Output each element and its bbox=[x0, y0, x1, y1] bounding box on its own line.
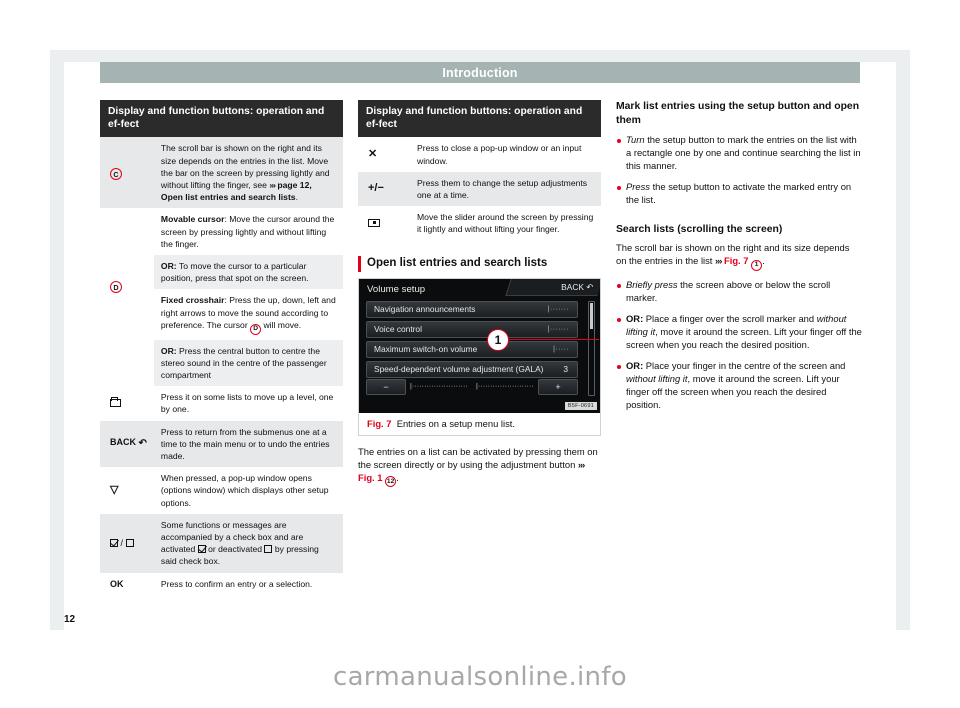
list-item: OR: Place your finger in the centre of t… bbox=[616, 360, 862, 412]
list-item-level: |······· bbox=[547, 305, 569, 313]
table-row: +/− Press them to change the setup adjus… bbox=[358, 171, 601, 207]
table-row: Press it on some lists to move up a leve… bbox=[100, 386, 343, 421]
figure-number: Fig. 7 bbox=[367, 417, 392, 429]
heading-mark-list-entries: Mark list entries using the setup button… bbox=[616, 101, 860, 126]
row-symbol-c: C bbox=[100, 137, 154, 209]
column-left: Display and function buttons: operation … bbox=[100, 100, 343, 596]
section-heading: Open list entries and search lists bbox=[358, 255, 601, 272]
row-symbol-checkbox: / bbox=[100, 513, 154, 573]
table2-body: ✕ Press to close a pop-up window or an i… bbox=[358, 137, 601, 241]
close-x-icon: ✕ bbox=[368, 147, 378, 160]
row-text: OR: To move the cursor to a particular p… bbox=[153, 254, 343, 290]
row-symbol-slider bbox=[358, 206, 410, 241]
minus-button[interactable]: − bbox=[366, 379, 406, 396]
table-display-function-buttons-1: Display and function buttons: operation … bbox=[100, 100, 343, 596]
column-right: Mark list entries using the setup button… bbox=[616, 100, 862, 420]
back-arrow-icon: ↶ bbox=[138, 438, 147, 450]
list-item: Press the setup button to activate the m… bbox=[616, 181, 862, 207]
row-symbol-ok: OK bbox=[100, 572, 154, 596]
adjust-bar-right[interactable]: |·······················| bbox=[476, 383, 534, 392]
list-item-value: 3 bbox=[563, 364, 568, 375]
back-label: BACK bbox=[110, 437, 136, 448]
row-text: Fixed crosshair: Press the up, down, lef… bbox=[153, 289, 343, 340]
table1-body: C The scroll bar is shown on the right a… bbox=[100, 137, 343, 596]
list-item: Turn the setup button to mark the entrie… bbox=[616, 134, 862, 173]
plus-button[interactable]: + bbox=[538, 379, 578, 396]
checkbox-unchecked-icon bbox=[125, 538, 134, 547]
row-symbol-close: ✕ bbox=[358, 137, 410, 172]
list-item-label: Speed-dependent volume adjustment (GALA) bbox=[374, 364, 544, 375]
scrollbar-thumb[interactable] bbox=[590, 302, 593, 329]
row-text: The scroll bar is shown on the right and… bbox=[153, 137, 343, 209]
screen-adjust-controls: − |·······················| |···········… bbox=[366, 379, 578, 396]
row-symbol-folder bbox=[100, 386, 154, 421]
scrollbar[interactable] bbox=[588, 300, 595, 396]
list-item-label: Voice control bbox=[374, 324, 422, 335]
table-row: Move the slider around the screen by pre… bbox=[358, 206, 601, 241]
row-text: OR: Press the central button to centre t… bbox=[153, 339, 343, 387]
row-text: Press it on some lists to move up a leve… bbox=[153, 386, 343, 421]
row-text: Press to confirm an entry or a selection… bbox=[153, 572, 343, 596]
figure-image: Volume setup BACK ↶ Navigation announcem… bbox=[359, 278, 600, 413]
row-text: Press to return from the submenus one at… bbox=[153, 420, 343, 468]
list-item[interactable]: Voice control |······· bbox=[366, 320, 578, 338]
screen-title: Volume setup bbox=[367, 283, 426, 295]
list-item[interactable]: Speed-dependent volume adjustment (GALA)… bbox=[366, 360, 578, 378]
table-row: C The scroll bar is shown on the right a… bbox=[100, 137, 343, 209]
list-item[interactable]: Maximum switch-on volume |····· bbox=[366, 340, 578, 358]
table-row: OK Press to confirm an entry or a select… bbox=[100, 572, 343, 596]
screen-list: Navigation announcements |······· Voice … bbox=[366, 300, 578, 381]
row-symbol-plus-minus: +/− bbox=[358, 171, 410, 207]
table-row: / Some functions or messages are accompa… bbox=[100, 513, 343, 573]
folder-up-icon bbox=[110, 397, 121, 407]
table-row: BACK ↶ Press to return from the submenus… bbox=[100, 420, 343, 468]
search-lists-paragraph: The scroll bar is shown on the right and… bbox=[616, 242, 862, 272]
column-middle: Display and function buttons: operation … bbox=[358, 100, 601, 488]
list-item-label: Navigation announcements bbox=[374, 304, 476, 315]
row-text: Press them to change the setup adjustmen… bbox=[410, 171, 601, 207]
table1-header: Display and function buttons: operation … bbox=[100, 100, 343, 138]
table2-header: Display and function buttons: operation … bbox=[358, 100, 601, 138]
row-symbol-back: BACK ↶ bbox=[100, 420, 154, 468]
figure-caption-text: Entries on a setup menu list. bbox=[396, 417, 515, 429]
figure-body-paragraph: The entries on a list can be activated b… bbox=[358, 446, 601, 488]
slider-icon bbox=[368, 218, 380, 227]
screen-back-label: BACK bbox=[560, 281, 584, 292]
chapter-title: Introduction bbox=[442, 65, 518, 80]
plus-minus-icon: +/− bbox=[368, 182, 384, 195]
list-item[interactable]: Navigation announcements |······· bbox=[366, 300, 578, 318]
row-text: Press to close a pop-up window or an inp… bbox=[410, 137, 601, 172]
callout-marker-1: 1 bbox=[487, 328, 509, 351]
row-text: Movable cursor: Move the cursor around t… bbox=[153, 208, 343, 255]
list-item-level: |······· bbox=[547, 325, 569, 333]
row-text: When pressed, a pop-up window opens (opt… bbox=[153, 467, 343, 514]
table-display-function-buttons-2: Display and function buttons: operation … bbox=[358, 100, 601, 241]
list-item-label: Maximum switch-on volume bbox=[374, 344, 478, 355]
row-symbol-options: ▽ bbox=[100, 467, 154, 514]
row-text: Some functions or messages are accompani… bbox=[153, 513, 343, 573]
table-row: D Movable cursor: Move the cursor around… bbox=[100, 208, 343, 387]
list-item: OR: Place a finger over the scroll marke… bbox=[616, 313, 862, 352]
figure-caption: Fig. 7 Entries on a setup menu list. bbox=[359, 412, 600, 435]
circled-letter-c-icon: C bbox=[110, 168, 122, 181]
triangle-down-icon: ▽ bbox=[110, 483, 119, 496]
list-item: Briefly press the screen above or below … bbox=[616, 279, 862, 305]
manual-page: Introduction Display and function button… bbox=[0, 0, 960, 708]
circled-letter-d-icon: D bbox=[110, 281, 122, 294]
page-number: 12 bbox=[64, 614, 76, 625]
checkbox-checked-icon bbox=[110, 538, 118, 547]
row-symbol-d: D bbox=[100, 208, 154, 387]
list-item-level: |····· bbox=[553, 345, 569, 353]
heading-search-lists: Search lists (scrolling the screen) bbox=[616, 223, 783, 235]
figure-7: Volume setup BACK ↶ Navigation announcem… bbox=[358, 277, 601, 436]
table-row: ▽ When pressed, a pop-up window opens (o… bbox=[100, 467, 343, 514]
figure-code: B5F-0691 bbox=[564, 401, 597, 410]
row-text: Move the slider around the screen by pre… bbox=[410, 206, 601, 241]
screen-back-button[interactable]: BACK ↶ bbox=[505, 278, 600, 296]
chapter-header-bar: Introduction bbox=[100, 62, 860, 83]
watermark: carmanualsonline.info bbox=[332, 662, 627, 692]
table-row: ✕ Press to close a pop-up window or an i… bbox=[358, 137, 601, 172]
adjust-bar-left[interactable]: |·······················| bbox=[410, 383, 468, 392]
callout-leader-line bbox=[509, 338, 599, 341]
